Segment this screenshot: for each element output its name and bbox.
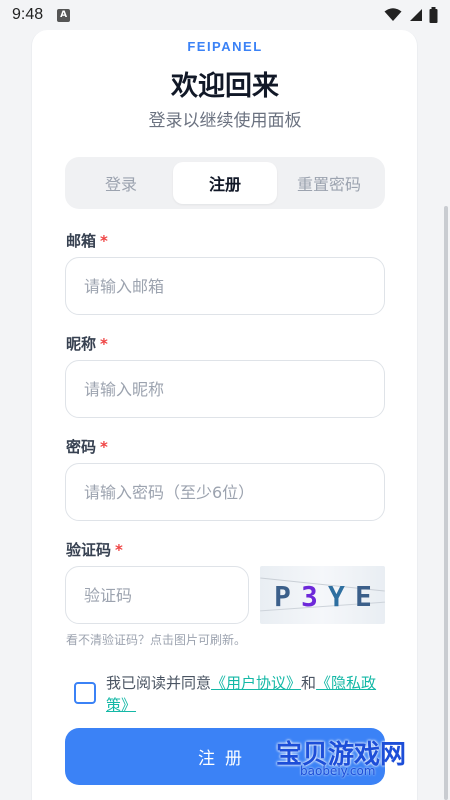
watermark-logo: 宝贝游戏网 baobeiy.com [276, 718, 426, 778]
email-field[interactable] [65, 257, 385, 315]
required-mark: * [100, 335, 108, 353]
nickname-field[interactable] [65, 360, 385, 418]
tab-login[interactable]: 登录 [69, 162, 173, 204]
captcha-image[interactable]: P3YE [260, 566, 385, 624]
email-label: 邮箱 * [66, 230, 108, 251]
captcha-label: 验证码 * [66, 539, 123, 560]
captcha-input[interactable] [84, 585, 230, 605]
status-bar: 9:48 A [0, 0, 450, 30]
battery-icon [429, 7, 438, 23]
tab-register[interactable]: 注册 [173, 162, 277, 204]
scrollbar[interactable] [444, 206, 448, 800]
captcha-char: E [355, 580, 372, 613]
password-label-text: 密码 [66, 438, 97, 456]
captcha-hint: 看不清验证码？点击图片可刷新。 [66, 633, 247, 647]
password-label: 密码 * [66, 436, 108, 457]
email-input[interactable] [84, 276, 366, 296]
auth-tabs: 登录 注册 重置密码 [65, 157, 385, 209]
nickname-label-text: 昵称 [66, 335, 97, 353]
captcha-field[interactable] [65, 566, 249, 624]
password-input[interactable] [84, 482, 366, 502]
required-mark: * [100, 438, 108, 456]
tab-reset-password[interactable]: 重置密码 [277, 162, 381, 204]
signal-icon [410, 9, 422, 21]
notification-a-icon: A [57, 8, 71, 22]
page-subtitle: 登录以继续使用面板 [148, 111, 302, 131]
agreement-text: 我已阅读并同意《用户协议》和《隐私政策》 [106, 672, 386, 716]
agreement-prefix: 我已阅读并同意 [106, 674, 212, 692]
agree-checkbox[interactable] [74, 682, 96, 704]
required-mark: * [100, 232, 108, 250]
agreement-row: 我已阅读并同意《用户协议》和《隐私政策》 [74, 670, 394, 718]
wifi-icon [384, 8, 402, 21]
captcha-label-text: 验证码 [66, 541, 112, 559]
nickname-label: 昵称 * [66, 333, 108, 354]
captcha-char: Y [328, 580, 345, 613]
required-mark: * [115, 541, 123, 559]
email-label-text: 邮箱 [66, 232, 97, 250]
status-time: 9:48 [12, 6, 44, 23]
watermark-url: baobeiy.com [300, 764, 376, 778]
brand-name: FEIPANEL [187, 39, 263, 54]
captcha-char: P [274, 580, 291, 613]
agreement-and: 和 [301, 674, 317, 692]
page-title: 欢迎回来 [171, 71, 279, 102]
captcha-char: 3 [301, 580, 318, 613]
password-field[interactable] [65, 463, 385, 521]
nickname-input[interactable] [84, 379, 366, 399]
user-agreement-link[interactable]: 《用户协议》 [211, 674, 301, 692]
